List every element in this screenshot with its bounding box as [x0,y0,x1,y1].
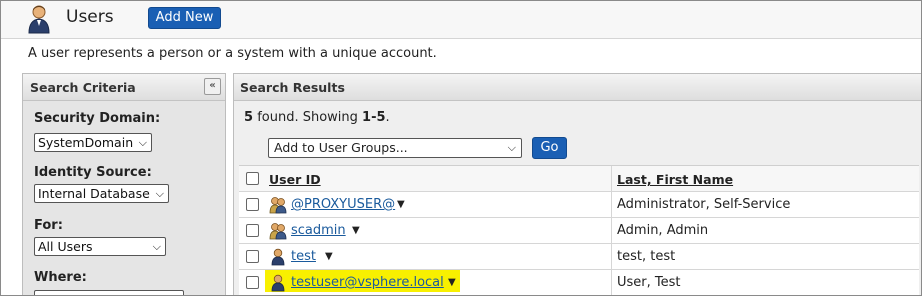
column-header-user-id[interactable]: User ID [269,172,321,187]
select-all-checkbox[interactable] [246,172,259,185]
page-title: Users [66,7,114,27]
row-checkbox[interactable] [246,276,259,289]
security-domain-select[interactable]: SystemDomain ⌵ [34,133,152,152]
user-id-text: @PROXYUSER@ [291,197,396,212]
user-id-text: testuser@vsphere.local [291,275,444,290]
user-id-link[interactable]: scadmin [291,223,346,238]
user-name: Admin, Admin [617,223,709,238]
identity-source-label: Identity Source: [34,165,152,180]
for-select[interactable]: All Users ⌵ [34,237,166,256]
caret-down-icon[interactable]: ▼ [448,277,456,288]
search-criteria-panel: Search Criteria « Security Domain: Syste… [22,73,226,295]
column-header-name[interactable]: Last, First Name [617,172,733,187]
users-icon [27,4,51,38]
caret-down-icon[interactable]: ▼ [325,251,333,262]
caret-down-icon[interactable]: ▼ [352,225,360,236]
user-id-link[interactable]: @PROXYUSER@ [291,197,395,212]
results-count: 5 [244,110,254,125]
chevron-down-icon: ⌵ [155,187,164,200]
go-button[interactable]: Go [532,137,567,159]
table-row: @PROXYUSER@ ▼ Administrator, Self-Servic… [239,192,919,218]
column-divider [611,244,612,269]
results-range: 1-5 [362,110,386,125]
identity-source-select[interactable]: Internal Database ⌵ [34,184,169,203]
for-value: All Users [38,239,93,254]
table-header-row: User ID Last, First Name [239,166,919,192]
security-domain-value: SystemDomain [38,135,134,150]
user-name: User, Test [617,275,681,290]
search-results-header: Search Results [234,74,921,101]
where-select[interactable] [34,290,184,295]
identity-source-value: Internal Database [38,186,150,201]
user-id-link[interactable]: testuser@vsphere.local [291,275,444,290]
user-id-text: test [291,249,316,264]
table-row: testuser@vsphere.local ▼ User, Test [239,270,919,295]
results-summary: 5 found. Showing 1-5. [244,110,390,125]
user-icon [269,248,287,270]
search-criteria-header: Search Criteria « [23,74,225,101]
row-checkbox[interactable] [246,198,259,211]
search-criteria-title: Search Criteria [30,80,136,95]
user-name: Administrator, Self-Service [617,197,791,212]
chevron-down-icon: ⌵ [152,240,161,253]
chevron-down-icon: ⌵ [507,141,516,154]
search-results-title: Search Results [240,80,345,95]
user-name: test, test [617,249,676,264]
table-row: test ▼ test, test [239,244,919,270]
users-page: Users Add New A user represents a person… [0,0,922,296]
double-chevron-left-icon[interactable]: « [204,78,221,95]
security-domain-label: Security Domain: [34,111,161,126]
user-id-text: scadmin [291,223,346,238]
admin-user-icon [269,222,287,244]
add-to-user-groups-value: Add to User Groups... [274,140,408,155]
admin-user-icon [269,196,287,218]
column-divider [611,166,612,191]
row-checkbox[interactable] [246,250,259,263]
row-checkbox[interactable] [246,224,259,237]
column-divider [611,270,612,295]
column-divider [611,218,612,243]
table-row: scadmin ▼ Admin, Admin [239,218,919,244]
caret-down-icon[interactable]: ▼ [397,199,405,210]
add-new-button[interactable]: Add New [148,7,221,29]
where-label: Where: [34,270,87,285]
page-header: Users Add New [1,1,921,39]
results-table: User ID Last, First Name @PROXYUSER@ ▼ A… [239,165,919,295]
user-id-link[interactable]: test [291,249,316,264]
page-description: A user represents a person or a system w… [28,46,437,61]
results-found-text: found. Showing [257,110,358,125]
add-to-user-groups-select[interactable]: Add to User Groups... ⌵ [268,138,522,158]
column-divider [611,192,612,217]
chevron-down-icon: ⌵ [138,136,147,149]
for-label: For: [34,218,63,233]
user-icon [269,274,287,295]
search-results-panel: Search Results 5 found. Showing 1-5. Add… [233,73,921,295]
